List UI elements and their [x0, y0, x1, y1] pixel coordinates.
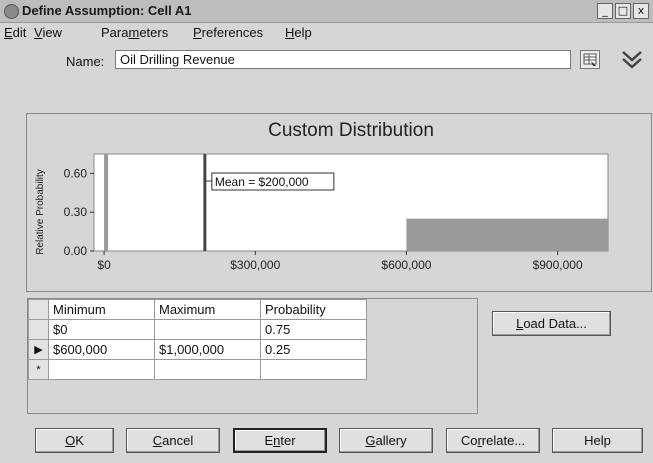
- y-tick-label: 0.60: [64, 166, 88, 180]
- cell-minimum[interactable]: $0: [48, 319, 155, 340]
- cell-maximum[interactable]: [154, 319, 261, 340]
- column-header-minimum[interactable]: Minimum: [48, 299, 155, 320]
- x-tick-label: $300,000: [230, 258, 280, 272]
- distribution-chart: Custom Distribution Relative Probability…: [26, 113, 652, 292]
- distribution-bar: [104, 154, 109, 251]
- minimize-icon[interactable]: _: [597, 3, 613, 19]
- new-row-marker[interactable]: *: [28, 359, 49, 380]
- table-header-row: Minimum Maximum Probability: [28, 299, 367, 320]
- cell-minimum[interactable]: $600,000: [48, 339, 155, 360]
- mean-label: Mean = $200,000: [215, 175, 309, 189]
- title-bar[interactable]: Define Assumption: Cell A1 _ □ x: [0, 0, 653, 23]
- x-tick-label: $900,000: [533, 258, 583, 272]
- y-tick-label: 0.30: [64, 205, 88, 219]
- table-row: *: [28, 359, 367, 380]
- cell-probability[interactable]: 0.75: [260, 319, 367, 340]
- enter-button[interactable]: Enter: [233, 428, 327, 453]
- row-marker[interactable]: [28, 319, 49, 340]
- gallery-button[interactable]: Gallery: [339, 428, 433, 453]
- table-row: $0 0.75: [28, 319, 367, 340]
- row-marker[interactable]: ▶: [28, 339, 49, 360]
- menu-parameters[interactable]: Parameters: [101, 25, 168, 40]
- menu-bar: Edit View Parameters Preferences Help: [0, 22, 653, 42]
- cell-maximum[interactable]: $1,000,000: [154, 339, 261, 360]
- name-input[interactable]: Oil Drilling Revenue: [115, 50, 571, 69]
- column-header-maximum[interactable]: Maximum: [154, 299, 261, 320]
- distribution-table-panel: Minimum Maximum Probability $0 0.75 ▶ $6…: [27, 298, 478, 414]
- load-data-button[interactable]: Load Data...: [492, 311, 611, 336]
- row-header-corner: [28, 299, 49, 320]
- help-button[interactable]: Help: [552, 428, 643, 453]
- menu-preferences[interactable]: Preferences: [193, 25, 263, 40]
- chart-title: Custom Distribution: [268, 120, 434, 141]
- window-controls: _ □ x: [597, 3, 649, 19]
- cell-minimum[interactable]: [48, 359, 155, 380]
- cell-probability[interactable]: 0.25: [260, 339, 367, 360]
- y-axis-label: Relative Probability: [35, 169, 46, 255]
- y-tick-label: 0.00: [64, 244, 88, 258]
- ok-button[interactable]: OK: [35, 428, 114, 453]
- correlate-button[interactable]: Correlate...: [446, 428, 540, 453]
- x-tick-label: $600,000: [381, 258, 431, 272]
- window-title: Define Assumption: Cell A1: [22, 3, 192, 18]
- expand-chevron-icon[interactable]: [620, 48, 644, 72]
- distribution-table[interactable]: Minimum Maximum Probability $0 0.75 ▶ $6…: [28, 299, 367, 380]
- column-header-probability[interactable]: Probability: [260, 299, 367, 320]
- close-icon[interactable]: x: [633, 3, 649, 19]
- maximize-icon[interactable]: □: [615, 3, 631, 19]
- menu-view[interactable]: View: [34, 25, 62, 40]
- x-tick-label: $0: [97, 258, 111, 272]
- chart-svg: Custom Distribution Relative Probability…: [35, 120, 609, 272]
- distribution-bar: [406, 218, 608, 251]
- cell-probability[interactable]: [260, 359, 367, 380]
- define-assumption-window: Define Assumption: Cell A1 _ □ x Edit Vi…: [0, 0, 653, 463]
- table-row: ▶ $600,000 $1,000,000 0.25: [28, 339, 367, 360]
- name-label: Name:: [66, 54, 105, 69]
- menu-edit[interactable]: Edit: [4, 25, 26, 40]
- menu-help[interactable]: Help: [285, 25, 312, 40]
- cell-reference-icon[interactable]: [580, 50, 600, 69]
- app-icon: [4, 4, 19, 19]
- cell-maximum[interactable]: [154, 359, 261, 380]
- cancel-button[interactable]: Cancel: [126, 428, 220, 453]
